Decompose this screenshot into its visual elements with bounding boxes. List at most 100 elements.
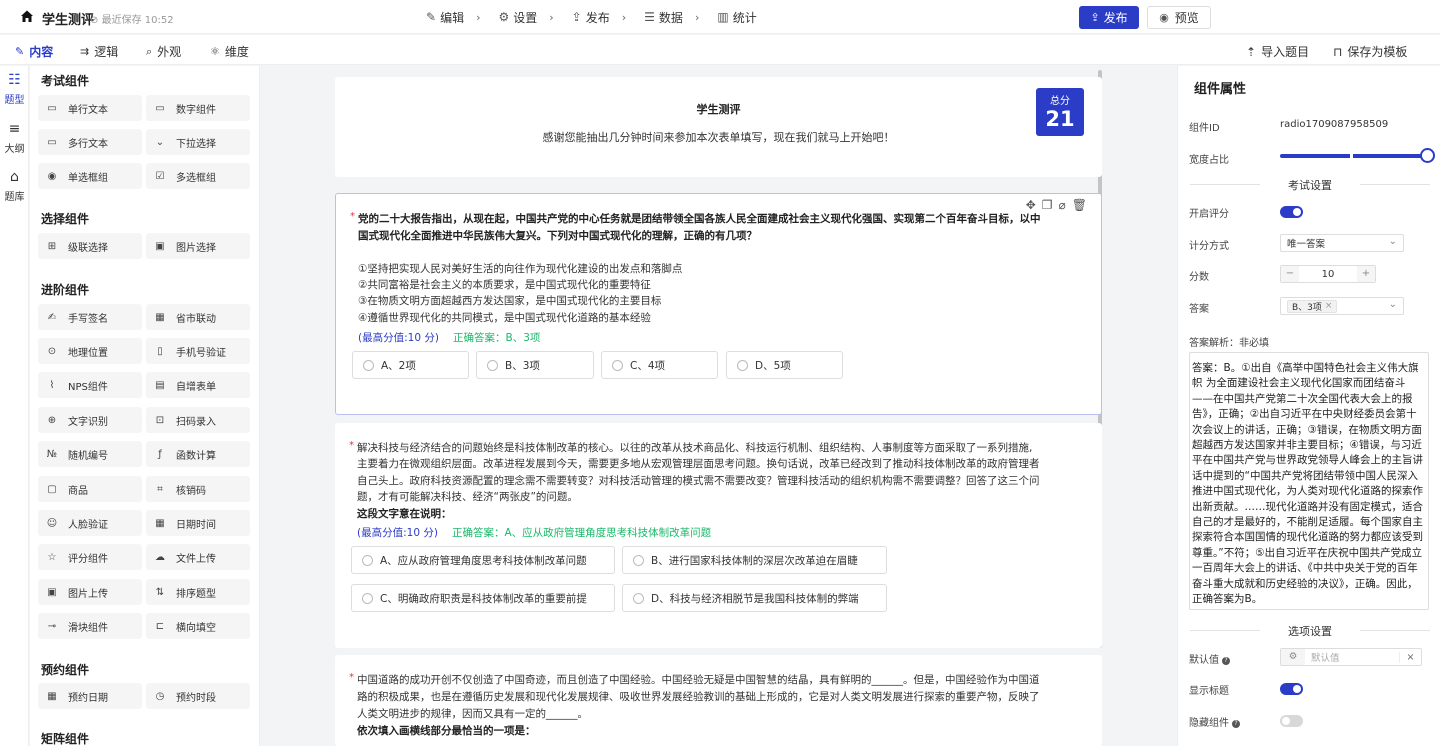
hide-component-toggle[interactable] — [1280, 715, 1303, 727]
answer-explanation-textarea[interactable]: 答案：B。①出自《高举中国特色社会主义伟大旗帜 为全面建设社会主义现代化国家而团… — [1189, 352, 1429, 610]
step-data[interactable]: ☰ 数据 › — [644, 9, 711, 26]
answer-tag[interactable]: B、3项 × — [1287, 299, 1338, 313]
answer-select[interactable]: B、3项 × ⌄ — [1280, 297, 1404, 315]
import-questions-button[interactable]: ⇡ 导入题目 — [1246, 43, 1309, 60]
minus-icon[interactable]: − — [1281, 266, 1299, 282]
step-edit[interactable]: ✎ 编辑 › — [426, 9, 492, 26]
question-text-line: 自己头上。政府科技资源配置的理念需不需要转变？对科技活动管理的模式需不需要改变？… — [357, 475, 1040, 487]
move-icon[interactable]: ✥ — [1026, 198, 1036, 212]
palette-item[interactable]: ▣ 图片上传 — [38, 579, 142, 605]
save-template-button[interactable]: ⊓ 保存为模板 — [1333, 43, 1407, 60]
palette-item[interactable]: ▯ 手机号验证 — [146, 338, 250, 364]
copy-icon[interactable]: ❐ — [1042, 198, 1053, 212]
palette-item[interactable]: ◉ 单选框组 — [38, 163, 142, 189]
show-title-toggle[interactable] — [1280, 683, 1303, 695]
app-title: 学生测评 — [42, 13, 95, 28]
rail-item-bank[interactable]: ⌂ 题库 — [0, 169, 29, 203]
palette-item[interactable]: ☑ 多选框组 — [146, 163, 250, 189]
tab-content[interactable]: ✎ 内容 — [15, 43, 53, 60]
palette-item[interactable]: ✍ 手写签名 — [38, 304, 142, 330]
default-value-placeholder[interactable]: 默认值 — [1305, 650, 1399, 664]
option-d[interactable]: D、科技与经济相脱节是我国科技体制的弊端 — [622, 584, 887, 612]
palette-item[interactable]: ƒ 函数计算 — [146, 441, 250, 467]
publish-icon: ⇪ — [1090, 11, 1100, 24]
question-prompt: 这段文字意在说明： — [357, 508, 452, 520]
palette-item[interactable]: ⌄ 下拉选择 — [146, 129, 250, 155]
palette-item[interactable]: ▭ 单行文本 — [38, 95, 142, 121]
palette-item[interactable]: ⊡ 扫码录入 — [146, 407, 250, 433]
rail-item-outline[interactable]: ≡ 大纲 — [0, 121, 29, 155]
palette-item[interactable]: ▦ 预约日期 — [38, 683, 142, 709]
score-method-select[interactable]: 唯一答案 ⌄ — [1280, 234, 1404, 252]
palette-item[interactable]: ⇅ 排序题型 — [146, 579, 250, 605]
location-icon: ⊙ — [47, 345, 57, 357]
tab-appearance[interactable]: ⌕ 外观 — [146, 43, 181, 60]
question-statement: ②共同富裕是社会主义的本质要求，是中国式现代化的重要特征 — [358, 279, 651, 291]
step-stats[interactable]: ▥ 统计 — [717, 9, 756, 26]
palette-item[interactable]: ⊕ 文字识别 — [38, 407, 142, 433]
link-icon[interactable]: ⌀ — [1059, 198, 1066, 212]
palette-item[interactable]: ▤ 自增表单 — [146, 372, 250, 398]
question-text-line: 中国道路的成功开创不仅创造了中国奇迹，而且创造了中国经验。中国经验无疑是中国智慧… — [357, 674, 1040, 686]
palette-item[interactable]: ☺ 人脸验证 — [38, 510, 142, 536]
option-d[interactable]: D、5项 — [726, 351, 843, 379]
publish-button[interactable]: ⇪ 发布 — [1079, 6, 1139, 29]
close-icon[interactable]: × — [1325, 301, 1333, 311]
option-b[interactable]: B、进行国家科技体制的深层次改革迫在眉睫 — [622, 546, 887, 574]
palette-item[interactable]: ⌇ NPS组件 — [38, 372, 142, 398]
palette-item[interactable]: ▭ 数字组件 — [146, 95, 250, 121]
palette-item[interactable]: ☆ 评分组件 — [38, 544, 142, 570]
palette-item[interactable]: ⌗ 核销码 — [146, 476, 250, 502]
question-card-1[interactable]: ✥ ❐ ⌀ 🗑 * 党的二十大报告指出，从现在起，中国共产党的中心任务就是团结带… — [335, 193, 1102, 415]
help-icon[interactable]: ? — [1222, 657, 1230, 665]
question-statement: ③在物质文明方面超越西方发达国家，是中国式现代化的主要目标 — [358, 295, 662, 307]
form-title[interactable]: 学生测评 — [335, 101, 1102, 117]
palette-item[interactable]: ▣ 图片选择 — [146, 233, 250, 259]
score-value[interactable]: 10 — [1299, 269, 1357, 280]
palette-item[interactable]: ▦ 日期时间 — [146, 510, 250, 536]
question-card-3[interactable]: * 中国道路的成功开创不仅创造了中国奇迹，而且创造了中国经验。中国经验无疑是中国… — [335, 655, 1102, 746]
option-a[interactable]: A、2项 — [352, 351, 469, 379]
rail-item-types[interactable]: ☷ 题型 — [0, 72, 29, 106]
clear-icon[interactable]: × — [1399, 651, 1421, 663]
width-slider[interactable] — [1280, 154, 1428, 158]
preview-button[interactable]: ◉ 预览 — [1147, 6, 1211, 29]
enable-score-toggle[interactable] — [1280, 206, 1303, 218]
width-slider-handle[interactable] — [1420, 148, 1435, 163]
home-icon[interactable] — [20, 9, 34, 23]
step-settings[interactable]: ⚙ 设置 › — [498, 9, 565, 26]
option-c[interactable]: C、4项 — [601, 351, 718, 379]
palette-item[interactable]: ▭ 多行文本 — [38, 129, 142, 155]
tab-logic[interactable]: ⇉ 逻辑 — [80, 43, 118, 60]
top-bar: 学生测评 ⊘ 最近保存 10:52 ✎ 编辑 › ⚙ 设置 › ⇪ 发布 › ☰ 数据 › ▥ 统… — [0, 0, 1440, 34]
help-icon[interactable]: ? — [1232, 720, 1240, 728]
palette-item[interactable]: ▢ 商品 — [38, 476, 142, 502]
cascade-icon: ⊞ — [47, 240, 57, 252]
palette-item[interactable]: ☁ 文件上传 — [146, 544, 250, 570]
number-badge-icon: № — [46, 448, 58, 460]
stats-icon: ▥ — [717, 10, 729, 24]
step-publish[interactable]: ⇪ 发布 › — [572, 9, 638, 26]
palette-item[interactable]: ⊙ 地理位置 — [38, 338, 142, 364]
palette-item[interactable]: ⊞ 级联选择 — [38, 233, 142, 259]
form-description[interactable]: 感谢您能抽出几分钟时间来参加本次表单填写，现在我们就马上开始吧！ — [335, 129, 1102, 145]
palette-item[interactable]: № 随机编号 — [38, 441, 142, 467]
text-input-icon: ▭ — [47, 102, 57, 114]
group-title: 进阶组件 — [41, 283, 90, 297]
default-value-input[interactable]: ⚙ 默认值 × — [1280, 648, 1422, 666]
delete-icon[interactable]: 🗑 — [1072, 198, 1087, 212]
palette-item[interactable]: ◷ 预约时段 — [146, 683, 250, 709]
palette-item[interactable]: ▦ 省市联动 — [146, 304, 250, 330]
option-b[interactable]: B、3项 — [476, 351, 594, 379]
option-settings-section: 选项设置 — [1190, 623, 1430, 638]
gear-icon[interactable]: ⚙ — [1281, 649, 1305, 665]
plus-icon[interactable]: + — [1357, 266, 1375, 282]
question-card-2[interactable]: * 解决科技与经济结合的问题始终是科技体制改革的核心。以往的改革从技术商品化、科… — [335, 423, 1102, 648]
option-c[interactable]: C、明确政府职责是科技体制改革的重要前提 — [351, 584, 615, 612]
option-a[interactable]: A、应从政府管理角度思考科技体制改革问题 — [351, 546, 615, 574]
palette-item[interactable]: ⊸ 滑块组件 — [38, 613, 142, 639]
tab-dimension[interactable]: ⚛ 维度 — [210, 43, 249, 60]
palette-item[interactable]: ⊏ 横向填空 — [146, 613, 250, 639]
score-stepper[interactable]: − 10 + — [1280, 265, 1376, 283]
template-icon: ⊓ — [1333, 45, 1343, 59]
